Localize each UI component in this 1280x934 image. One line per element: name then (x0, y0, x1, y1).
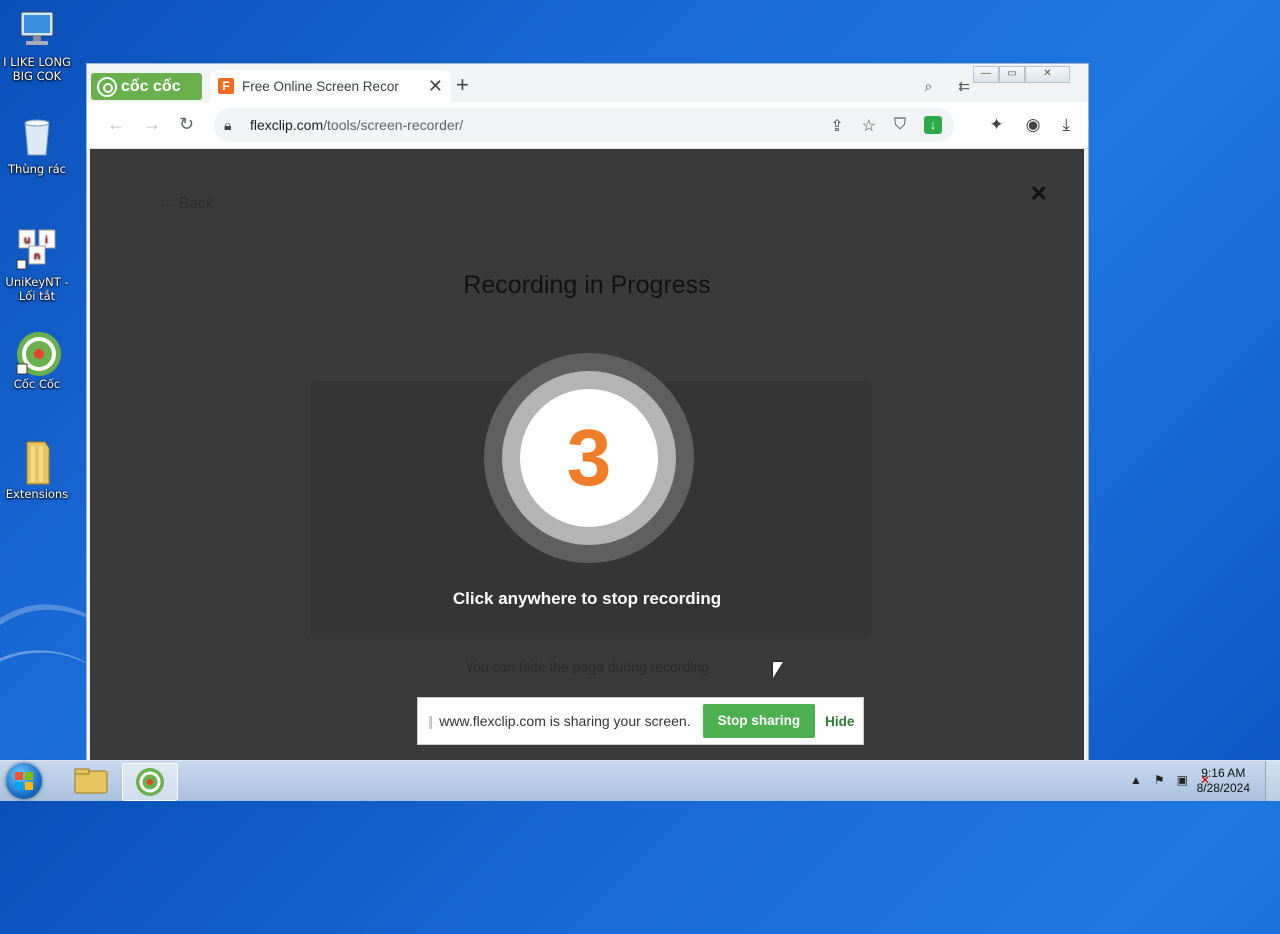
back-arrow-icon[interactable]: ← (107, 114, 125, 135)
close-recorder-icon[interactable]: ✕ (1030, 181, 1048, 207)
address-url[interactable]: flexclip.com/tools/screen-recorder/ (250, 117, 463, 133)
minimize-button[interactable]: — (973, 66, 999, 83)
tab-tools: ⌕ ⇇ (924, 78, 970, 95)
windows-logo-icon (15, 772, 33, 790)
desktop-icon-extensions[interactable]: Extensions (2, 440, 72, 501)
flexclip-favicon-icon: F (218, 78, 234, 94)
show-hidden-icons-icon[interactable]: ▲ (1130, 773, 1142, 787)
tab-search-icon[interactable]: ⌕ (924, 78, 932, 95)
start-button[interactable] (6, 763, 42, 799)
countdown-number: 3 (520, 389, 658, 527)
desktop-icon-computer[interactable]: I LIKE LONG BIG COK (2, 8, 72, 83)
desktop-icon-label: UniKeyNT - Lối tắt (5, 275, 69, 303)
desktop-icon-label: Extensions (5, 487, 69, 501)
reload-icon[interactable]: ↻ (179, 114, 194, 135)
back-link[interactable]: ← Back (158, 195, 214, 213)
tab-bar: cốc cốc F Free Online Screen Recor ✕ + ⌕… (87, 64, 1088, 102)
network-icon[interactable]: ▣ (1177, 773, 1188, 787)
brand-label: cốc cốc (121, 77, 181, 95)
page-title: Recording in Progress (463, 271, 711, 299)
desktop-icon-coccoc[interactable]: Cốc Cốc (2, 330, 72, 391)
share-message: www.flexclip.com is sharing your screen. (439, 713, 691, 729)
coccoc-logo-icon (97, 76, 117, 97)
browser-right-tools: ✦ ◉ ⤓ (989, 115, 1070, 135)
coccoc-icon (136, 768, 164, 796)
extensions-puzzle-icon[interactable]: ✦ (989, 115, 1003, 135)
stop-recording-hint[interactable]: Click anywhere to stop recording (90, 589, 1084, 609)
download-extension-icon[interactable]: ↓ (924, 116, 942, 134)
tab-close-icon[interactable]: ✕ (428, 76, 443, 97)
svg-text:n: n (34, 251, 40, 262)
stop-sharing-button[interactable]: Stop sharing (702, 704, 816, 738)
clock-date: 8/28/2024 (1196, 781, 1250, 795)
recycle-bin-icon (15, 115, 59, 159)
desktop-icon-recycle-bin[interactable]: Thùng rác (2, 115, 72, 176)
hide-share-bar-button[interactable]: Hide (825, 714, 854, 729)
svg-text:i: i (45, 235, 48, 246)
url-host: flexclip.com (250, 117, 324, 133)
mouse-cursor-icon (773, 662, 783, 678)
browser-toolbar: ← → ↻ 🔒︎ flexclip.com/tools/screen-recor… (87, 102, 1088, 149)
window-controls: — ▭ ✕ (973, 66, 1070, 83)
sidebar-toggle-icon[interactable]: ⇇ (958, 78, 970, 95)
coccoc-menu-button[interactable]: cốc cốc (91, 73, 202, 100)
hide-page-hint: You can hide the page during recording (465, 659, 709, 675)
browser-window: cốc cốc F Free Online Screen Recor ✕ + ⌕… (86, 63, 1089, 762)
lock-icon: 🔒︎ (224, 116, 232, 133)
share-icon[interactable]: ⇪ (830, 116, 843, 136)
taskbar-explorer-button[interactable] (64, 763, 118, 799)
folder-icon (74, 768, 108, 794)
taskbar: ▲ ⚑ ▣ ✕ 9:16 AM 8/28/2024 (0, 760, 1280, 801)
tab-flexclip[interactable]: F Free Online Screen Recor ✕ (210, 70, 451, 102)
downloads-icon[interactable]: ⤓ (1062, 115, 1070, 135)
forward-arrow-icon[interactable]: → (143, 114, 161, 135)
desktop-icon-label: Cốc Cốc (13, 377, 61, 391)
url-path: /tools/screen-recorder/ (323, 117, 464, 133)
profile-icon[interactable]: ◉ (1026, 115, 1041, 135)
bookmark-star-icon[interactable]: ☆ (862, 116, 876, 136)
desktop-icon-label: I LIKE LONG BIG COK (3, 55, 71, 83)
new-tab-button[interactable]: + (456, 74, 469, 96)
svg-text:u: u (24, 235, 30, 246)
desktop-icon-label: Thùng rác (8, 162, 66, 176)
coccoc-icon (15, 330, 61, 376)
taskbar-coccoc-button[interactable] (122, 763, 178, 801)
close-window-button[interactable]: ✕ (1025, 66, 1070, 83)
taskbar-clock[interactable]: 9:16 AM 8/28/2024 (1197, 766, 1250, 796)
clock-time: 9:16 AM (1201, 766, 1246, 780)
unikey-icon: u in (15, 228, 59, 272)
folder-icon (15, 440, 59, 485)
action-center-flag-icon[interactable]: ⚑ (1154, 773, 1165, 787)
adblock-shield-icon[interactable]: ⛉ (894, 116, 906, 136)
tab-title: Free Online Screen Recor (242, 78, 399, 94)
computer-icon (15, 8, 59, 52)
show-desktop-button[interactable] (1265, 761, 1280, 801)
drag-grip-icon[interactable]: || (428, 713, 433, 729)
page-viewport[interactable]: ← Back ✕ Recording in Progress 3 Click a… (90, 149, 1084, 762)
omnibox-actions: ⇪ ☆ ⛉ ↓ (830, 116, 942, 136)
maximize-button[interactable]: ▭ (999, 66, 1025, 83)
screen-share-bar: || www.flexclip.com is sharing your scre… (417, 697, 864, 745)
desktop-icon-unikey[interactable]: u in UniKeyNT - Lối tắt (2, 228, 72, 303)
address-bar[interactable]: 🔒︎ flexclip.com/tools/screen-recorder/ ⇪… (214, 108, 954, 142)
